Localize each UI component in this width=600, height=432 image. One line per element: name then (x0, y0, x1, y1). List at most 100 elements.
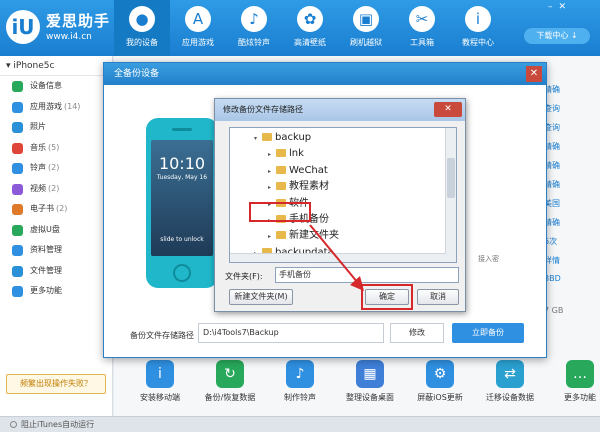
sidebar: ▾ iPhone5c 设备信息 应用游戏 (14) 照片 音乐 (5) 铃声 (2) 视频 (2)… (0, 56, 113, 416)
device-selector[interactable]: ▾ iPhone5c (0, 56, 112, 76)
tree-node[interactable]: ▸ 新建文件夹 (268, 228, 339, 244)
ok-button[interactable]: 确定 (365, 289, 409, 305)
nav-apple[interactable]: ● 我的设备 (114, 0, 170, 56)
info-link[interactable]: 美国 (544, 198, 600, 212)
info-link[interactable]: 查询 (544, 122, 600, 136)
tool-button[interactable]: ▦ 整理设备桌面 (340, 360, 400, 403)
folder-tree: ▾backup▸lnk▸WeChat▸教程素材▸软件▸手机备份▸新建文件夹▸ba… (229, 127, 457, 263)
home-button-icon (173, 264, 191, 282)
info-link[interactable]: 8BD (544, 274, 600, 288)
tool-label: 制作铃声 (284, 393, 316, 402)
info-link[interactable]: 精确 (544, 141, 600, 155)
tree-node[interactable]: ▸ 教程素材 (268, 179, 329, 195)
app-name: 爱思助手 (46, 12, 111, 30)
phone-speaker (172, 128, 192, 131)
new-folder-button[interactable]: 新建文件夹(M) (229, 289, 293, 305)
info-link[interactable]: 详情 (544, 255, 600, 269)
sidebar-item-count: (2) (56, 204, 68, 213)
box-icon: ▣ (353, 6, 379, 32)
tree-node-label: 新建文件夹 (289, 230, 339, 242)
tool-button[interactable]: ⚙ 屏蔽iOS更新 (410, 360, 470, 403)
download-center-button[interactable]: 下载中心 ↓ (524, 28, 590, 44)
tool-label: 安装移动端 (140, 393, 180, 402)
tool-label: 整理设备桌面 (346, 393, 394, 402)
folder-dialog-title: 修改备份文件存储路径 (215, 99, 465, 121)
chevron-right-icon[interactable]: ▸ (268, 229, 276, 245)
feedback-link[interactable]: 频繁出现操作失败？ (6, 374, 106, 394)
start-backup-button[interactable]: 立即备份 (452, 323, 524, 343)
tool-button[interactable]: ↻ 备份/恢复数据 (200, 360, 260, 403)
close-icon[interactable]: ✕ (434, 102, 462, 117)
chevron-right-icon[interactable]: ▸ (268, 164, 276, 180)
sidebar-item-icon (12, 81, 23, 92)
sidebar-item-count: (5) (48, 142, 60, 152)
nav-bell[interactable]: ♪ 酷炫铃声 (226, 0, 282, 56)
sidebar-item[interactable]: 虚拟U盘 (0, 220, 112, 241)
info-link[interactable]: 查询 (544, 103, 600, 117)
phone-image: 10:10 Tuesday, May 16 slide to unlock (146, 118, 218, 288)
modify-path-button[interactable]: 修改 (390, 323, 444, 343)
tool-button[interactable]: … 更多功能 (550, 360, 600, 403)
info-link[interactable]: 精确 (544, 179, 600, 193)
sidebar-item-label: 应用游戏 (30, 101, 62, 111)
cancel-button[interactable]: 取消 (417, 289, 459, 305)
block-itunes-toggle[interactable]: 阻止iTunes自动运行 (21, 420, 94, 429)
sidebar-item[interactable]: 应用游戏 (14) (0, 97, 112, 118)
sidebar-item[interactable]: 音乐 (5) (0, 138, 112, 159)
horizontal-scrollbar[interactable] (230, 253, 446, 262)
info-link[interactable]: 精确 (544, 160, 600, 174)
tool-icon: ⇄ (496, 360, 524, 388)
tool-button[interactable]: ♪ 制作铃声 (270, 360, 330, 403)
minimize-icon[interactable]: – (548, 2, 559, 12)
tool-button[interactable]: i 安装移动端 (130, 360, 190, 403)
backup-path-field[interactable]: D:\i4Tools7\Backup (198, 323, 384, 343)
info-link[interactable]: 精确 (544, 217, 600, 231)
nav-tools[interactable]: ✂ 工具箱 (394, 0, 450, 56)
sidebar-item[interactable]: 文件管理 (0, 261, 112, 282)
info-link[interactable]: 6次 (544, 236, 600, 250)
status-dot-icon[interactable] (10, 421, 17, 428)
bell-icon: ♪ (241, 6, 267, 32)
nav-info[interactable]: i 教程中心 (450, 0, 506, 56)
tool-icon: ♪ (286, 360, 314, 388)
tool-icon: i (146, 360, 174, 388)
sidebar-item-icon (12, 286, 23, 297)
sidebar-item[interactable]: 电子书 (2) (0, 199, 112, 220)
sidebar-item-icon (12, 204, 23, 215)
sidebar-item-count: (14) (64, 101, 81, 111)
tool-label: 备份/恢复数据 (204, 393, 256, 402)
vertical-scrollbar[interactable] (445, 128, 456, 262)
close-icon[interactable]: ✕ (526, 66, 542, 82)
sidebar-item[interactable]: 视频 (2) (0, 179, 112, 200)
sidebar-item-label: 设备信息 (30, 81, 62, 90)
sidebar-item[interactable]: 资料管理 (0, 240, 112, 261)
sidebar-item-icon (12, 265, 23, 277)
sidebar-item[interactable]: 设备信息 (0, 76, 112, 97)
chevron-down-icon[interactable]: ▾ (254, 131, 262, 147)
tree-node[interactable]: ▸ lnk (268, 146, 304, 162)
chevron-right-icon[interactable]: ▸ (268, 180, 276, 196)
sidebar-item[interactable]: 铃声 (2) (0, 158, 112, 179)
window-controls[interactable]: –✕ (548, 2, 572, 12)
tool-icon: … (566, 360, 594, 388)
nav-label: 我的设备 (126, 38, 158, 47)
nav-flower[interactable]: ✿ 高清壁纸 (282, 0, 338, 56)
sidebar-item-count: (2) (48, 163, 60, 172)
tree-node[interactable]: ▸ WeChat (268, 163, 328, 179)
sidebar-item-icon (12, 245, 23, 256)
scrollbar-thumb[interactable] (447, 158, 455, 198)
close-icon[interactable]: ✕ (559, 2, 573, 12)
nav-label: 工具箱 (410, 38, 434, 47)
sidebar-item[interactable]: 照片 (0, 117, 112, 138)
backup-path-label: 备份文件存储路径 (130, 331, 194, 340)
info-link[interactable]: 精确 (544, 84, 600, 98)
tree-node[interactable]: ▾ backup (254, 130, 311, 146)
nav-label: 应用游戏 (182, 38, 214, 47)
nav-app-store[interactable]: A 应用游戏 (170, 0, 226, 56)
sidebar-item[interactable]: 更多功能 (0, 281, 112, 302)
nav-box[interactable]: ▣ 刷机越狱 (338, 0, 394, 56)
tool-label: 屏蔽iOS更新 (417, 393, 463, 402)
folder-name-input[interactable]: 手机备份 (275, 267, 459, 283)
chevron-right-icon[interactable]: ▸ (268, 147, 276, 163)
tool-button[interactable]: ⇄ 迁移设备数据 (480, 360, 540, 403)
